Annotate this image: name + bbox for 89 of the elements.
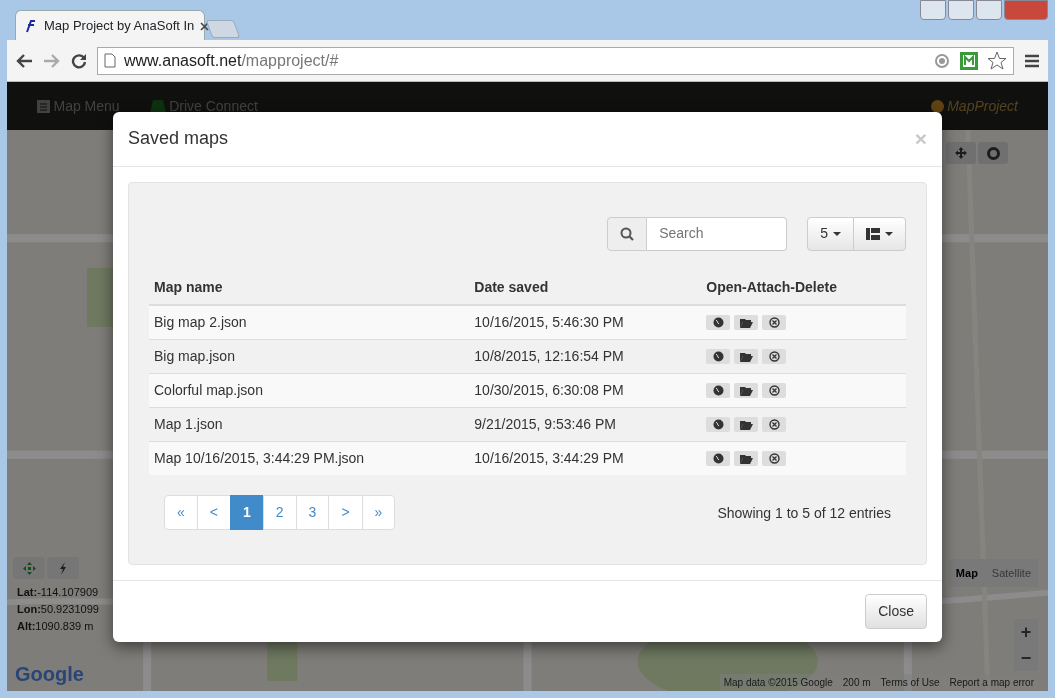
folder-icon: [739, 351, 753, 362]
move-icon: [22, 561, 36, 575]
attach-button[interactable]: [734, 349, 759, 365]
map-link[interactable]: Terms of Use: [880, 675, 940, 690]
reload-icon[interactable]: [71, 52, 87, 69]
map-logo: Google: [15, 662, 84, 687]
delete-button[interactable]: [762, 451, 787, 467]
brand-link[interactable]: MapProject: [930, 95, 1018, 117]
zoom-out-button[interactable]: −: [1014, 645, 1038, 671]
tab-title: Map Project by AnaSoft In: [44, 16, 195, 35]
zoom-in-button[interactable]: +: [1014, 619, 1038, 645]
attach-button[interactable]: [734, 383, 759, 399]
folder-icon: [739, 419, 753, 430]
scale-label: 200 m: [842, 676, 871, 690]
back-icon[interactable]: [15, 52, 33, 69]
map-type-button[interactable]: Map: [948, 558, 985, 587]
globe-icon: [712, 385, 724, 397]
delete-icon: [768, 351, 780, 363]
star-icon[interactable]: [987, 50, 1007, 71]
page-link[interactable]: <: [196, 494, 231, 530]
page-link[interactable]: «: [164, 494, 198, 530]
open-button[interactable]: [706, 451, 731, 467]
circle-icon: [986, 146, 1000, 160]
map-type-button[interactable]: Satellite: [984, 558, 1038, 587]
table-cell: 10/16/2015, 5:46:30 PM: [469, 304, 702, 340]
map-link[interactable]: Report a map error: [949, 675, 1034, 690]
flash-button[interactable]: [47, 557, 79, 579]
modal-title: Saved maps: [128, 128, 229, 150]
attach-button[interactable]: [734, 451, 759, 467]
globe-icon: [712, 351, 724, 363]
globe-icon: [712, 317, 724, 329]
delete-icon: [768, 385, 780, 397]
page-link[interactable]: 3: [295, 494, 330, 530]
page-icon: [104, 53, 116, 68]
globe-icon: [712, 419, 724, 431]
delete-button[interactable]: [762, 315, 787, 331]
delete-icon: [768, 419, 780, 431]
table-cell: Big map 2.json: [149, 304, 470, 340]
page-size-dropdown[interactable]: 5: [807, 216, 854, 251]
search-icon: [607, 216, 648, 251]
globe-icon: [930, 99, 944, 113]
coordinate-text: Lat:-114.107909: [17, 585, 99, 600]
delete-icon: [768, 317, 780, 329]
page-link[interactable]: »: [361, 494, 396, 530]
page-link[interactable]: >: [328, 494, 363, 530]
delete-button[interactable]: [762, 383, 787, 399]
minimize-button[interactable]: [948, 0, 974, 20]
columns-icon: [866, 227, 880, 240]
delete-button[interactable]: [762, 349, 787, 365]
attach-button[interactable]: [734, 417, 759, 433]
menu-icon[interactable]: [1024, 53, 1040, 68]
folder-icon: [739, 385, 753, 396]
open-button[interactable]: [706, 417, 731, 433]
globe-icon: [712, 453, 724, 465]
move-icon: [955, 147, 967, 159]
open-button[interactable]: [706, 315, 731, 331]
search-field[interactable]: Search: [647, 216, 788, 251]
coordinate-text: Lon:50.9231099: [17, 602, 99, 617]
column-header: Date saved: [469, 270, 702, 305]
folder-icon: [739, 317, 753, 328]
columns-dropdown[interactable]: [853, 216, 906, 251]
table-cell: 10/30/2015, 6:30:08 PM: [469, 373, 702, 408]
table-cell: Map 10/16/2015, 3:44:29 PM.json: [149, 441, 470, 475]
table-cell: 10/16/2015, 3:44:29 PM: [469, 441, 702, 475]
address-bar[interactable]: www.anasoft.net/mapproject/#: [97, 46, 1014, 75]
delete-button[interactable]: [762, 417, 787, 433]
column-header: Open-Attach-Delete: [701, 270, 906, 305]
move-button[interactable]: [946, 142, 976, 164]
maximize-button[interactable]: [976, 0, 1002, 20]
attribution-text: Map data ©2015 Google: [723, 676, 833, 690]
extension-icon[interactable]: [959, 50, 979, 71]
close-button[interactable]: Close: [865, 593, 927, 629]
coordinate-text: Alt:1090.839 m: [17, 619, 95, 634]
entries-info: Showing 1 to 5 of 12 entries: [717, 503, 891, 523]
column-header: Map name: [149, 270, 470, 305]
list-icon: [37, 99, 50, 113]
target-button[interactable]: [978, 142, 1008, 164]
lightning-icon: [59, 561, 67, 575]
page-link[interactable]: 2: [262, 494, 297, 530]
attach-button[interactable]: [734, 315, 759, 331]
open-button[interactable]: [706, 349, 731, 365]
url-text: www.anasoft.net/mapproject/#: [124, 50, 339, 71]
page-link[interactable]: 1: [230, 494, 264, 530]
folder-icon: [739, 453, 753, 464]
table-cell: Colorful map.json: [149, 373, 470, 408]
user-button[interactable]: [920, 0, 946, 20]
open-button[interactable]: [706, 383, 731, 399]
delete-icon: [768, 453, 780, 465]
location-icon[interactable]: [933, 51, 951, 70]
